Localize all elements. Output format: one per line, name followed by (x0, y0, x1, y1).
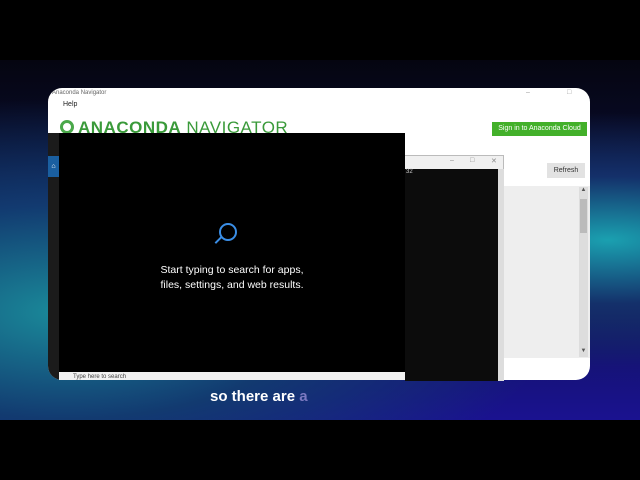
scroll-down-icon[interactable]: ▼ (579, 348, 588, 357)
minimize-button[interactable]: – (526, 89, 530, 96)
home-nav-icon[interactable]: ⌂ (48, 156, 59, 177)
terminal-maximize[interactable]: □ (470, 157, 474, 164)
scrollbar[interactable]: ▲ ▼ (579, 187, 588, 357)
content-pane (503, 186, 590, 358)
letterbox (0, 420, 640, 480)
scroll-up-icon[interactable]: ▲ (579, 187, 588, 196)
menu-bar: Help (63, 101, 77, 108)
sign-in-button[interactable]: Sign in to Anaconda Cloud (492, 122, 587, 136)
refresh-button[interactable]: Refresh (547, 163, 585, 178)
terminal-minimize[interactable]: – (450, 157, 454, 164)
menu-help[interactable]: Help (63, 101, 77, 108)
search-input[interactable]: Type here to search (59, 372, 405, 380)
logo-ring-icon (60, 120, 74, 134)
terminal-scrollbar[interactable] (498, 169, 504, 381)
maximize-button[interactable]: □ (567, 89, 571, 96)
window-title: Anaconda Navigator (52, 90, 107, 96)
subtitle-caption: so there are a (210, 388, 308, 405)
search-hint: Start typing to search for apps, files, s… (160, 264, 304, 291)
terminal-window[interactable]: – □ ✕ 32 (404, 155, 504, 381)
terminal-close[interactable]: ✕ (491, 157, 497, 165)
terminal-output: 32 (405, 169, 498, 381)
start-search-panel: Start typing to search for apps, files, s… (59, 133, 405, 372)
search-icon (219, 223, 237, 241)
scroll-thumb[interactable] (580, 199, 587, 233)
